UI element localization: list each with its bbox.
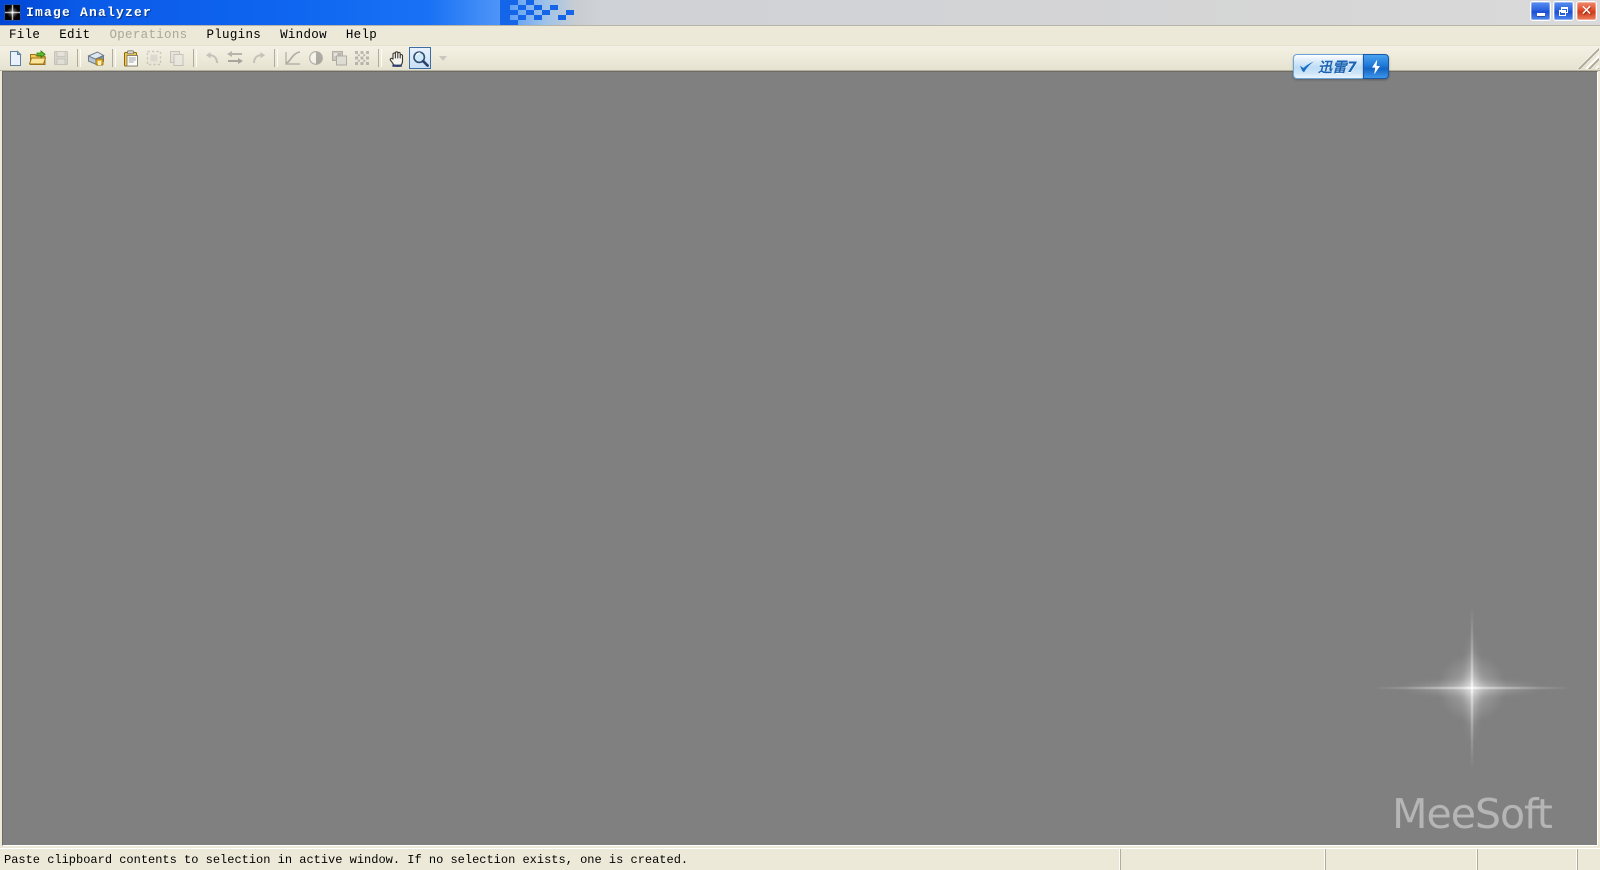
curves-icon [282,47,304,69]
titlebar-dither-pattern [500,0,590,25]
status-panel-5 [1578,849,1600,870]
toolbar-separator [378,49,382,67]
cut-selection-icon [143,47,165,69]
xunlei-bird-icon [1300,61,1314,72]
status-panel-4 [1478,849,1578,870]
toolbar-separator [112,49,116,67]
mdi-client-area[interactable]: MeeSoft [2,71,1598,846]
sparkle-star-icon[interactable] [4,4,21,21]
toolbar-resize-grip[interactable] [1577,47,1599,69]
new-file-icon[interactable] [4,47,26,69]
dither-grid-icon [351,47,373,69]
zoom-magnifier-icon[interactable] [409,47,431,69]
status-hint: Paste clipboard contents to selection in… [0,849,1121,870]
restore-button[interactable] [1553,1,1574,21]
menu-item-edit[interactable]: Edit [57,27,99,44]
save-icon [50,47,72,69]
xunlei-label-area[interactable]: 迅雷7 [1293,54,1364,79]
minimize-icon [1536,12,1545,16]
menu-item-plugins[interactable]: Plugins [204,27,270,44]
workspace-container: MeeSoft [0,71,1600,848]
scanner-acquire-icon[interactable] [85,47,107,69]
open-folder-icon[interactable] [27,47,49,69]
menu-item-file[interactable]: File [7,27,49,44]
toolbar-separator [193,49,197,67]
image-analyzer-window: Image Analyzer ✕ File Edit Operations Pl… [0,0,1600,870]
watermark-text: MeeSoft [1392,790,1553,838]
redo-icon [247,47,269,69]
pan-hand-icon[interactable] [386,47,408,69]
toolbar-overflow-icon [432,47,454,69]
paste-clipboard-icon[interactable] [120,47,142,69]
main-toolbar: 迅雷7 [0,46,1600,79]
status-bar: Paste clipboard contents to selection in… [0,848,1600,870]
copy-icon [166,47,188,69]
toolbar-separator [77,49,81,67]
close-icon: ✕ [1580,3,1593,19]
menu-item-operations: Operations [109,28,188,42]
meesoft-watermark: MeeSoft [1372,605,1577,835]
xunlei-7-widget[interactable]: 迅雷7 [1293,54,1390,79]
close-button[interactable]: ✕ [1576,1,1597,21]
status-panel-2 [1121,849,1326,870]
menu-item-window[interactable]: Window [278,27,336,44]
window-controls: ✕ [1530,1,1597,21]
xunlei-action-button[interactable] [1363,54,1390,79]
status-panel-3 [1326,849,1478,870]
xunlei-label: 迅雷7 [1318,59,1358,76]
flip-mirror-icon [224,47,246,69]
brightness-contrast-icon [305,47,327,69]
resize-image-icon [328,47,350,69]
window-title: Image Analyzer [26,5,153,20]
minimize-button[interactable] [1530,1,1551,21]
restore-icon [1559,6,1568,16]
lightning-bolt-icon [1372,59,1381,74]
title-bar: Image Analyzer ✕ [0,0,1600,26]
sparkle-star-watermark [1372,605,1572,770]
menu-item-help[interactable]: Help [344,27,386,44]
toolbar-separator [274,49,278,67]
menu-bar: File Edit Operations Plugins Window Help [0,26,1600,46]
undo-icon [201,47,223,69]
sparkle-glyph [5,5,20,20]
